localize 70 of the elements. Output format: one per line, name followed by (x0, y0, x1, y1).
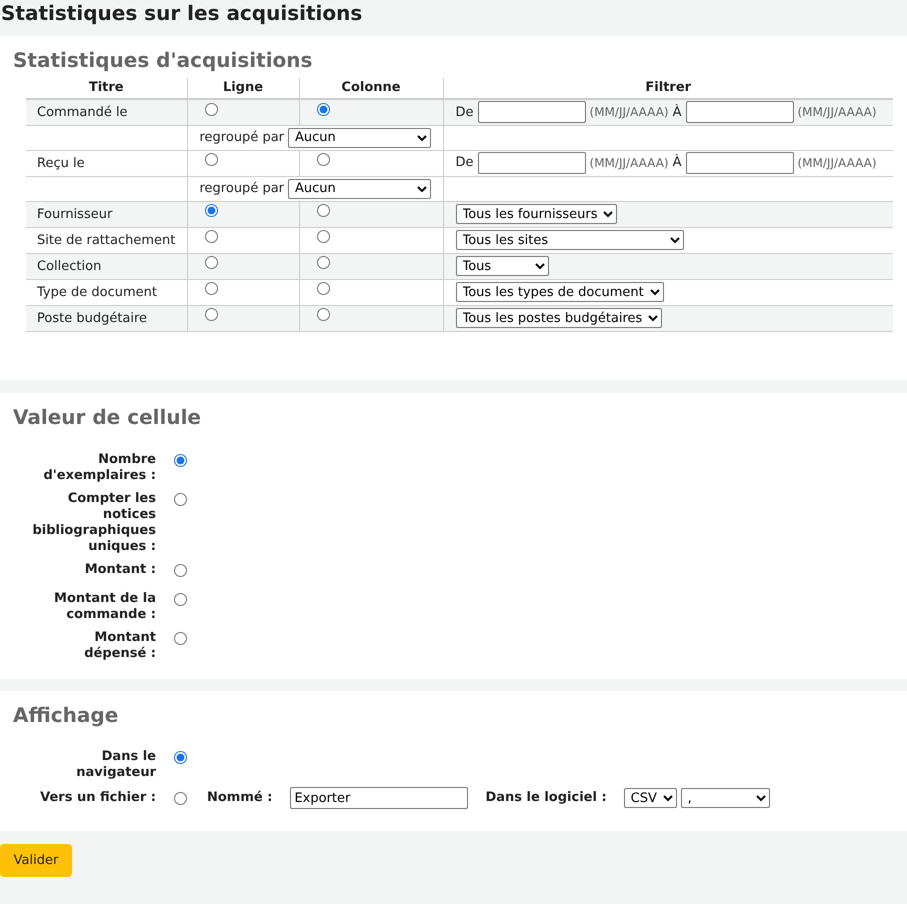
column-radio[interactable] (316, 308, 330, 322)
line-radio[interactable] (204, 204, 218, 218)
line-radio[interactable] (204, 256, 218, 270)
page-title: Statistiques sur les acquisitions (0, 0, 364, 27)
column-radio[interactable] (316, 256, 330, 270)
group-by-select[interactable]: Aucun (288, 128, 432, 148)
option-label: Vers un fichier : (39, 789, 156, 808)
row-title: Poste budgétaire (37, 310, 148, 326)
group-by-select[interactable]: Aucun (288, 178, 432, 198)
file-name-field[interactable]: Exporter (290, 787, 468, 809)
option-radio[interactable] (174, 792, 187, 804)
section-heading: Valeur de cellule (12, 404, 202, 430)
from-date-field[interactable] (478, 101, 586, 124)
option-radio[interactable] (174, 564, 187, 577)
to-label: À (672, 153, 682, 172)
option-label: Compter les notices bibliographiques uniques : (31, 491, 156, 555)
option-radio[interactable] (174, 592, 187, 606)
line-radio[interactable] (204, 308, 218, 322)
date-format-hint: (MM/JJ/AAAA) (798, 155, 877, 172)
date-format-hint: (MM/JJ/AAAA) (590, 104, 669, 122)
filter-select[interactable]: Tous (456, 256, 548, 276)
row-title: Type de document (37, 284, 157, 300)
option-label: Montant dépensé : (83, 630, 156, 662)
column-header: Colonne (341, 80, 401, 96)
from-label: De (456, 154, 474, 172)
column-radio[interactable] (316, 102, 330, 116)
option-radio[interactable] (174, 751, 187, 764)
column-header: Ligne (222, 80, 264, 96)
row-title: Commandé le (37, 105, 128, 120)
column-radio[interactable] (316, 282, 330, 296)
date-format-hint: (MM/JJ/AAAA) (798, 104, 877, 122)
submit-button[interactable]: Valider (0, 844, 72, 877)
row-title: Site de rattachement (37, 232, 176, 248)
date-format-hint: (MM/JJ/AAAA) (590, 155, 669, 172)
row-title: Fournisseur (37, 206, 112, 222)
group-by-label: regroupé par (200, 128, 284, 147)
column-radio[interactable] (316, 153, 330, 166)
filter-select[interactable]: Tous les fournisseurs (456, 204, 616, 224)
group-by-label: regroupé par (200, 180, 284, 198)
option-label: Nombre d'exemplaires : (42, 452, 156, 484)
to-label: À (672, 103, 682, 122)
row-title: Collection (37, 258, 102, 274)
option-label: Montant : (84, 562, 156, 578)
filter-select[interactable]: Tous les sites (456, 230, 684, 250)
line-radio[interactable] (204, 230, 218, 244)
column-radio[interactable] (316, 230, 330, 244)
option-label: Montant de la commande : (53, 590, 156, 622)
to-date-field[interactable] (686, 152, 794, 174)
line-radio[interactable] (204, 282, 218, 296)
section-heading: Statistiques d'acquisitions (12, 47, 314, 73)
from-date-field[interactable] (478, 152, 586, 174)
column-header: Filtrer (645, 80, 692, 96)
to-date-field[interactable] (686, 101, 794, 124)
option-radio[interactable] (174, 493, 187, 506)
software-label: Dans le logiciel : (485, 789, 607, 808)
format-select[interactable]: CSV (624, 788, 677, 808)
line-radio[interactable] (204, 102, 218, 116)
name-label: Nommé : (207, 789, 272, 808)
separator-select[interactable]: , (680, 788, 770, 808)
row-title: Reçu le (37, 156, 85, 170)
option-label: Dans le navigateur (75, 749, 156, 781)
filter-select[interactable]: Tous les postes budgétaires (456, 308, 662, 328)
section-heading: Affichage (12, 702, 120, 728)
option-radio[interactable] (174, 454, 187, 467)
line-radio[interactable] (204, 153, 218, 166)
from-label: De (456, 104, 474, 122)
option-radio[interactable] (174, 632, 187, 644)
column-header: Titre (88, 80, 124, 96)
filter-select[interactable]: Tous les types de document (456, 282, 664, 302)
column-radio[interactable] (316, 204, 330, 218)
